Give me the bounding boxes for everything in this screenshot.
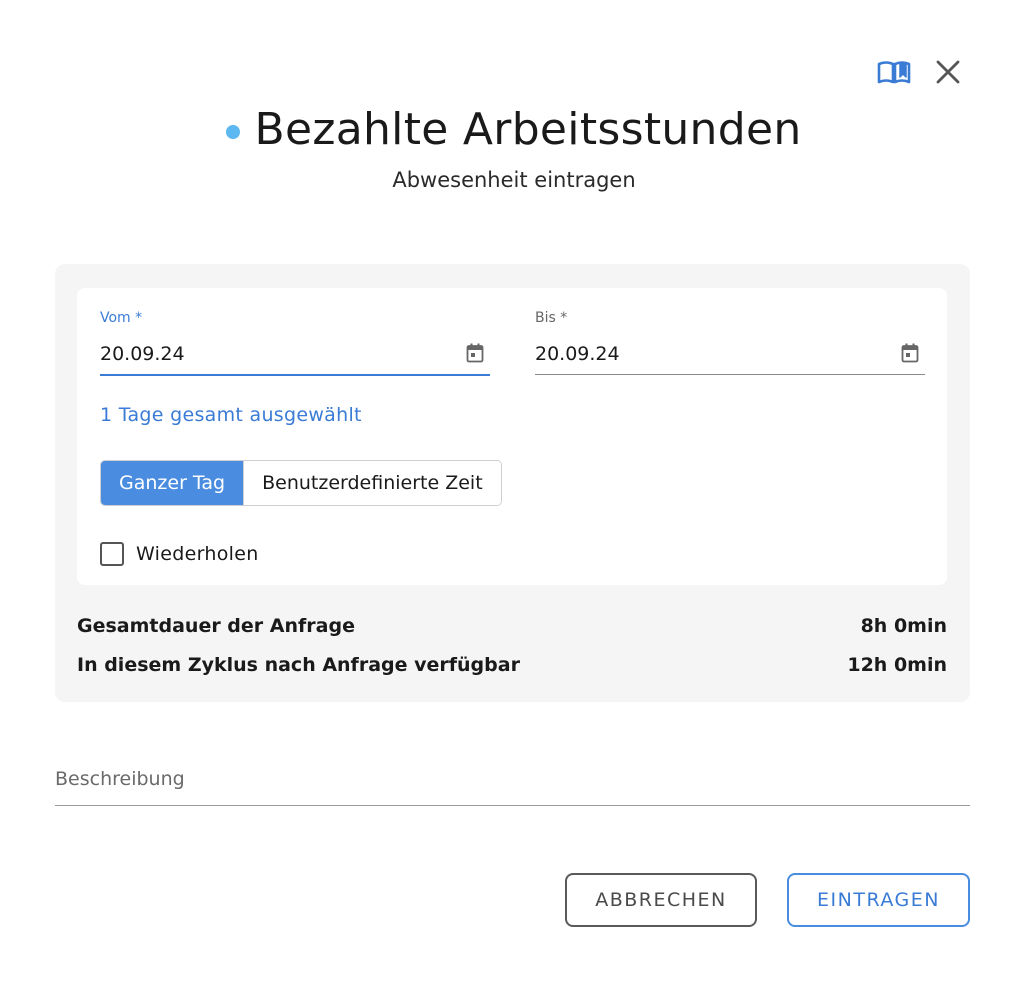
from-date-input[interactable] — [100, 334, 490, 374]
total-duration-row: Gesamtdauer der Anfrage 8h 0min — [77, 615, 947, 637]
title-row: Bezahlte Arbeitsstunden — [0, 104, 1028, 155]
toggle-full-day[interactable]: Ganzer Tag — [101, 461, 244, 505]
to-date-label: Bis * — [535, 310, 568, 326]
cancel-button[interactable]: ABBRECHEN — [565, 873, 757, 927]
to-date-field: Bis * — [535, 310, 925, 378]
to-date-underline — [535, 374, 925, 375]
submit-button[interactable]: EINTRAGEN — [787, 873, 970, 927]
selected-days-info: 1 Tage gesamt ausgewählt — [100, 404, 362, 426]
page-title: Bezahlte Arbeitsstunden — [254, 104, 802, 155]
from-date-field: Vom * — [100, 310, 490, 378]
repeat-checkbox[interactable] — [100, 542, 124, 566]
calendar-icon[interactable] — [899, 342, 921, 364]
toggle-custom-time[interactable]: Benutzerdefinierte Zeit — [243, 461, 501, 505]
page-subtitle: Abwesenheit eintragen — [392, 168, 636, 192]
from-date-underline — [100, 374, 490, 376]
available-label: In diesem Zyklus nach Anfrage verfügbar — [77, 654, 520, 676]
total-duration-value: 8h 0min — [860, 615, 947, 637]
book-open-icon[interactable] — [876, 56, 912, 88]
repeat-option[interactable]: Wiederholen — [100, 542, 259, 566]
description-underline — [55, 805, 970, 806]
close-icon[interactable] — [930, 56, 966, 88]
total-duration-label: Gesamtdauer der Anfrage — [77, 615, 355, 637]
description-field — [55, 764, 970, 806]
repeat-label: Wiederholen — [136, 543, 259, 565]
to-date-input[interactable] — [535, 334, 925, 374]
top-actions — [876, 56, 966, 88]
available-value: 12h 0min — [847, 654, 947, 676]
request-panel: Vom * Bis * — [55, 264, 970, 702]
status-dot — [226, 124, 241, 139]
from-date-label: Vom * — [100, 310, 143, 326]
available-row: In diesem Zyklus nach Anfrage verfügbar … — [77, 654, 947, 676]
duration-toggle: Ganzer Tag Benutzerdefinierte Zeit — [100, 460, 502, 506]
date-card: Vom * Bis * — [77, 288, 947, 585]
absence-dialog: Bezahlte Arbeitsstunden Abwesenheit eint… — [0, 0, 1028, 986]
calendar-icon[interactable] — [464, 342, 486, 364]
description-input[interactable] — [55, 764, 970, 794]
